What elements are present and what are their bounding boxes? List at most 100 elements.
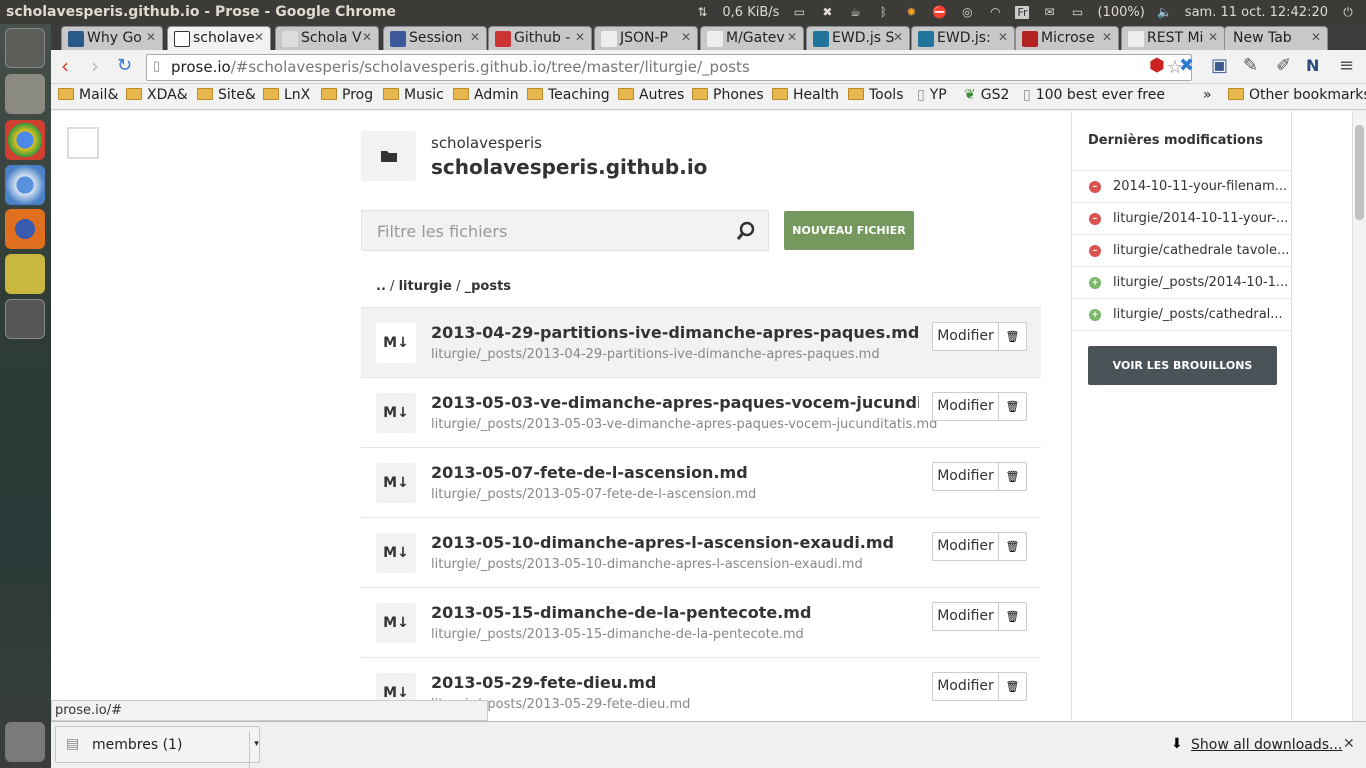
tab-schola[interactable]: Schola V ✕ <box>275 26 379 50</box>
bookmark-folder[interactable]: Mail& <box>58 87 118 103</box>
scrollbar-thumb[interactable] <box>1355 125 1364 220</box>
file-name[interactable]: 2013-05-29-fete-dieu.md <box>431 673 919 692</box>
modify-button[interactable]: Modifier <box>932 462 999 491</box>
sync-icon[interactable]: ◎ <box>959 5 975 19</box>
file-row[interactable]: M↓ 2013-05-10-dimanche-apres-l-ascension… <box>361 517 1041 587</box>
file-name[interactable]: 2013-05-07-fete-de-l-ascension.md <box>431 463 919 482</box>
adblock-icon[interactable]: ⬢ <box>1149 56 1165 76</box>
tab-ewd-1[interactable]: EWD.js S ✕ <box>806 26 910 50</box>
modify-button[interactable]: Modifier <box>932 392 999 421</box>
close-icon[interactable]: ✕ <box>146 30 156 44</box>
clock[interactable]: sam. 11 oct. 12:42:20 <box>1185 5 1328 20</box>
file-row[interactable]: M↓ 2013-04-29-partitions-ive-dimanche-ap… <box>361 307 1041 377</box>
file-name[interactable]: 2013-04-29-partitions-ive-dimanche-apres… <box>431 323 919 342</box>
file-row[interactable]: M↓ 2013-05-15-dimanche-de-la-pentecote.m… <box>361 587 1041 657</box>
other-bookmarks[interactable]: Other bookmarks <box>1228 87 1366 103</box>
recent-change-item[interactable]: + liturgie/_posts/cathedral... <box>1072 299 1291 331</box>
pencil-icon[interactable]: ✎ <box>1243 56 1258 76</box>
close-icon[interactable]: ✕ <box>254 30 264 44</box>
mail-icon[interactable]: ✉ <box>1041 5 1057 19</box>
forward-icon[interactable]: › <box>91 56 99 76</box>
bookmark-folder[interactable]: Music <box>383 87 444 103</box>
delete-button[interactable]: 🗑 <box>998 532 1027 561</box>
n-extension-icon[interactable]: N <box>1306 56 1319 76</box>
bookmark-folder[interactable]: Tools <box>848 87 904 103</box>
file-name[interactable]: 2013-05-10-dimanche-apres-l-ascension-ex… <box>431 533 919 552</box>
volume-icon[interactable]: 🔈 <box>1157 5 1173 19</box>
bookmark-link[interactable]: ❦ GS2 <box>964 87 1009 103</box>
recent-change-item[interactable]: + liturgie/_posts/2014-10-1... <box>1072 267 1291 299</box>
chrome-icon[interactable] <box>5 120 45 160</box>
tab-session[interactable]: Session ✕ <box>383 26 487 50</box>
battery-icon[interactable]: ▭ <box>1069 5 1085 19</box>
file-name[interactable]: 2013-05-15-dimanche-de-la-pentecote.md <box>431 603 919 622</box>
view-drafts-button[interactable]: VOIR LES BROUILLONS <box>1088 346 1277 385</box>
teapot-icon[interactable] <box>5 254 45 294</box>
bookmark-link[interactable]: ▯ YP <box>917 87 947 103</box>
recent-change-item[interactable]: –2014-10-11-your-filenam... <box>1072 171 1291 203</box>
image-icon[interactable]: ▭ <box>791 5 807 19</box>
filter-input[interactable]: Filtre les fichiers <box>361 210 769 251</box>
close-icon[interactable]: ✕ <box>470 30 480 44</box>
close-icon[interactable]: ✕ <box>787 30 797 44</box>
stop-icon[interactable]: ⛔ <box>931 5 947 19</box>
window-extension-icon[interactable]: ▣ <box>1211 56 1228 76</box>
bluetooth-icon[interactable]: ᛒ <box>875 5 891 19</box>
address-bar[interactable]: ▯ prose.io/#scholavesperis/scholavesperi… <box>146 54 1192 81</box>
prose-logo-icon[interactable] <box>67 127 99 159</box>
close-downloads-icon[interactable]: ✕ <box>1343 736 1355 752</box>
back-icon[interactable]: ‹ <box>61 56 69 76</box>
chevron-down-icon[interactable]: ▾ <box>249 731 263 768</box>
eyedropper-icon[interactable]: ✐ <box>1276 56 1291 76</box>
trash-icon[interactable] <box>5 722 45 762</box>
dropbox-icon[interactable]: ✖ <box>819 5 835 19</box>
bookmark-folder[interactable]: Admin <box>453 87 519 103</box>
delete-button[interactable]: 🗑 <box>998 462 1027 491</box>
new-file-button[interactable]: NOUVEAU FICHIER <box>784 211 914 250</box>
recent-change-item[interactable]: – liturgie/2014-10-11-your-... <box>1072 203 1291 235</box>
extension-icon[interactable]: ✖ <box>1179 56 1194 76</box>
tab-mgatev[interactable]: M/Gatev ✕ <box>700 26 804 50</box>
chromium-icon[interactable] <box>5 165 45 205</box>
tab-github[interactable]: Github - ✕ <box>488 26 592 50</box>
repo-owner[interactable]: scholavesperis <box>431 134 542 152</box>
page-scrollbar[interactable] <box>1352 111 1366 721</box>
tab-microse[interactable]: Microse ✕ <box>1015 26 1119 50</box>
tab-json-p[interactable]: JSON-P ✕ <box>594 26 698 50</box>
download-item[interactable]: ▤ membres (1) ▾ <box>55 726 260 768</box>
coffee-icon[interactable]: ☕ <box>847 5 863 19</box>
bookmark-link[interactable]: ▯ 100 best ever free <box>1023 87 1165 103</box>
show-all-downloads-link[interactable]: Show all downloads... <box>1191 737 1342 753</box>
bookmark-folder[interactable]: Autres <box>618 87 684 103</box>
tab-new-tab[interactable]: New Tab ✕ <box>1224 26 1328 50</box>
tab-prose[interactable]: scholave ✕ <box>167 26 271 50</box>
delete-button[interactable]: 🗑 <box>998 322 1027 351</box>
file-name[interactable]: 2013-05-03-ve-dimanche-apres-paques-voce… <box>431 393 919 412</box>
files-icon[interactable] <box>5 74 45 114</box>
file-row[interactable]: M↓ 2013-05-03-ve-dimanche-apres-paques-v… <box>361 377 1041 447</box>
weather-icon[interactable]: ✹ <box>903 5 919 19</box>
modify-button[interactable]: Modifier <box>932 532 999 561</box>
power-icon[interactable]: ⏻ <box>1340 5 1356 19</box>
delete-button[interactable]: 🗑 <box>998 672 1027 701</box>
close-icon[interactable]: ✕ <box>1208 30 1218 44</box>
close-icon[interactable]: ✕ <box>362 30 372 44</box>
reload-icon[interactable]: ↻ <box>117 56 132 76</box>
recent-change-item[interactable]: – liturgie/cathedrale tavole... <box>1072 235 1291 267</box>
close-icon[interactable]: ✕ <box>1311 30 1321 44</box>
close-icon[interactable]: ✕ <box>1102 30 1112 44</box>
close-icon[interactable]: ✕ <box>681 30 691 44</box>
breadcrumb-liturgie[interactable]: liturgie <box>399 279 452 294</box>
close-icon[interactable]: ✕ <box>998 30 1008 44</box>
network-activity-icon[interactable]: ⇅ <box>694 5 710 19</box>
bookmark-folder[interactable]: LnX <box>263 87 310 103</box>
bookmark-folder[interactable]: XDA& <box>126 87 188 103</box>
tab-ewd-2[interactable]: EWD.js: ✕ <box>911 26 1015 50</box>
delete-button[interactable]: 🗑 <box>998 392 1027 421</box>
firefox-icon[interactable] <box>5 209 45 249</box>
workspace-switcher-icon[interactable] <box>5 299 45 339</box>
menu-icon[interactable]: ≡ <box>1339 56 1354 76</box>
modify-button[interactable]: Modifier <box>932 602 999 631</box>
bookmark-folder[interactable]: Health <box>772 87 839 103</box>
breadcrumb-up[interactable]: .. <box>376 279 386 294</box>
